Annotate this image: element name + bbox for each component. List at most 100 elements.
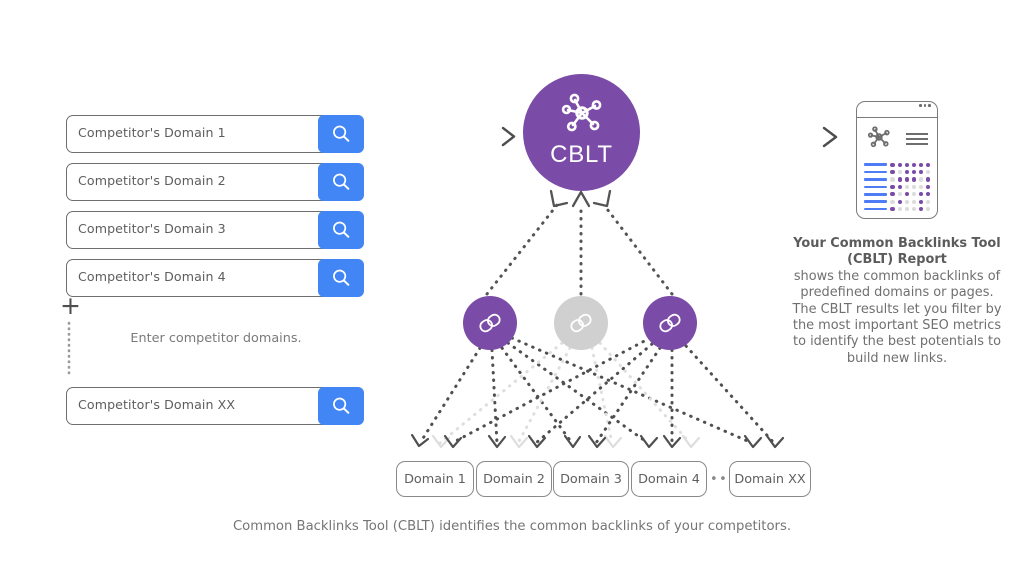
competitor-domain-label-4: Competitor's Domain 4	[78, 269, 226, 284]
report-metric-dot	[911, 184, 916, 189]
report-metric-dot	[918, 169, 923, 175]
chain-link-icon	[479, 313, 501, 333]
report-metric-dot	[918, 177, 923, 182]
chain-link-icon	[659, 313, 681, 333]
report-metric-dot	[911, 192, 916, 197]
search-button-1[interactable]	[318, 115, 364, 153]
search-icon	[333, 269, 350, 286]
report-metric-dot	[890, 184, 895, 189]
report-metric-dot	[890, 206, 895, 212]
report-metric-rows	[857, 156, 937, 213]
report-metric-row	[864, 198, 931, 205]
cblt-hub-label: CBLT	[550, 141, 613, 168]
search-icon	[333, 221, 350, 238]
report-header	[857, 118, 937, 156]
network-hub-icon	[866, 125, 892, 153]
diagram-canvas: Competitor's Domain 1 Competitor's Domai…	[0, 0, 1024, 567]
search-row: Competitor's Domain 2	[66, 163, 364, 201]
enter-domains-hint: Enter competitor domains.	[130, 331, 302, 346]
report-metric-bar	[864, 163, 888, 166]
report-metric-dot	[904, 169, 909, 175]
report-metric-dot	[904, 177, 909, 182]
report-metric-dot	[897, 184, 902, 189]
arrows-links-to-cblt	[485, 189, 674, 296]
report-metric-bar	[864, 178, 888, 181]
search-button-4[interactable]	[318, 259, 364, 297]
report-metric-dot	[897, 177, 902, 182]
report-metric-dot	[925, 184, 931, 189]
report-metric-dot	[904, 184, 909, 189]
report-metric-bar	[864, 170, 888, 174]
domain-box-2[interactable]: Domain 2	[476, 461, 552, 497]
domain-box-3[interactable]: Domain 3	[553, 461, 629, 497]
report-metric-dot	[904, 206, 909, 212]
report-titlebar	[857, 102, 937, 118]
report-metric-dot	[925, 169, 931, 175]
search-icon	[333, 173, 350, 190]
report-metric-bar	[864, 200, 888, 203]
report-metric-dot	[890, 169, 895, 175]
search-row: Competitor's Domain 1	[66, 115, 364, 153]
report-metric-dot	[911, 162, 916, 167]
competitor-domain-label-1: Competitor's Domain 1	[78, 125, 226, 140]
arrowheads-node3	[443, 434, 785, 449]
report-metric-bar	[864, 207, 888, 211]
report-metric-dot	[911, 206, 916, 212]
network-hub-icon	[559, 91, 605, 139]
add-domain-button[interactable]: +	[60, 293, 81, 318]
report-description: Your Common Backlinks Tool (CBLT) Report…	[791, 236, 1003, 367]
report-metric-dot	[890, 162, 895, 167]
arrow-cblt-to-report	[659, 126, 838, 148]
report-metric-dot	[925, 162, 931, 167]
report-metric-dot	[897, 162, 902, 167]
report-metric-dot	[918, 192, 923, 197]
report-metric-dot	[897, 169, 902, 175]
domain-box-1[interactable]: Domain 1	[396, 461, 474, 497]
cblt-report-window[interactable]	[856, 101, 938, 219]
report-metric-dot	[918, 206, 923, 212]
report-metric-dot	[925, 206, 931, 212]
search-row: Competitor's Domain 3	[66, 211, 364, 249]
backlink-node-1[interactable]	[463, 296, 517, 350]
report-metric-dot	[918, 184, 923, 189]
hamburger-menu-icon[interactable]	[906, 133, 928, 145]
search-button-2[interactable]	[318, 163, 364, 201]
domain-box-xx[interactable]: Domain XX	[729, 461, 811, 497]
report-metric-dot	[904, 192, 909, 197]
search-row: Competitor's Domain XX	[66, 387, 364, 425]
report-metric-dot	[918, 162, 923, 167]
report-metric-dot	[904, 199, 909, 204]
report-metric-bar	[864, 185, 888, 189]
report-metric-dot	[911, 169, 916, 175]
wires-node3-to-domains	[450, 336, 776, 445]
report-metric-dot	[890, 199, 895, 204]
report-metric-dot	[925, 177, 931, 182]
competitor-domain-label-3: Competitor's Domain 3	[78, 221, 226, 236]
report-metric-row	[864, 161, 931, 168]
cblt-hub-node[interactable]: CBLT	[523, 74, 640, 191]
backlink-node-2[interactable]	[554, 296, 608, 350]
report-metric-dot	[925, 192, 931, 197]
search-row: Competitor's Domain 4	[66, 259, 364, 297]
search-icon	[333, 125, 350, 142]
report-metric-row	[864, 183, 931, 190]
report-metric-bar	[864, 192, 888, 196]
chain-link-icon	[570, 313, 592, 333]
wires-node2-to-domains	[438, 341, 692, 445]
search-button-xx[interactable]	[318, 387, 364, 425]
report-metric-row	[864, 176, 931, 183]
report-metric-dot	[911, 177, 916, 182]
domain-box-4[interactable]: Domain 4	[631, 461, 707, 497]
report-metric-row	[864, 205, 931, 212]
arrow-inputs-to-cblt	[376, 126, 516, 147]
arrowheads-node2	[431, 434, 701, 449]
search-icon	[333, 397, 350, 414]
report-metric-dot	[918, 199, 923, 204]
wires-node1-to-domains	[418, 336, 754, 445]
search-button-3[interactable]	[318, 211, 364, 249]
report-metric-row	[864, 191, 931, 198]
report-metric-dot	[890, 192, 895, 197]
backlink-node-3[interactable]	[643, 296, 697, 350]
diagram-caption: Common Backlinks Tool (CBLT) identifies …	[232, 519, 792, 534]
competitor-domain-label-2: Competitor's Domain 2	[78, 173, 226, 188]
